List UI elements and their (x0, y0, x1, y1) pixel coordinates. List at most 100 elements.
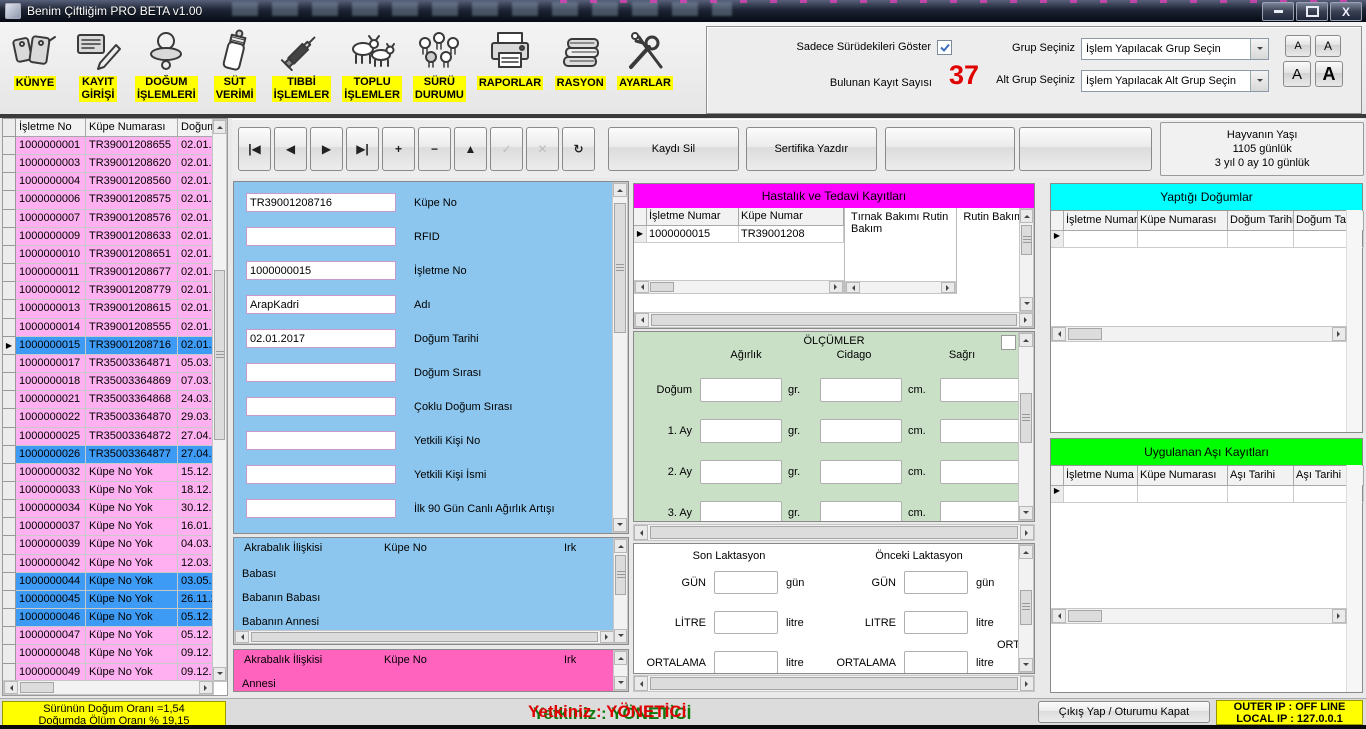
restore-button[interactable] (1296, 2, 1328, 21)
form-field-input[interactable] (246, 329, 396, 348)
scroll-down-button[interactable] (213, 667, 226, 681)
panel-scroll-track[interactable] (1346, 210, 1362, 432)
form-field-input[interactable] (246, 261, 396, 280)
font-size-button-1[interactable]: A (1285, 35, 1311, 57)
scroll-down-button[interactable] (1019, 658, 1033, 672)
health-vertical-scrollbar[interactable] (1019, 208, 1034, 312)
scrollbar-thumb[interactable] (1020, 393, 1032, 443)
table-row[interactable]: 1000000025 TR35003364872 27.04.20 (3, 428, 227, 446)
table-row[interactable]: 1000000042 Küpe No Yok 12.03.20 (3, 555, 227, 573)
lactation-horizontal-scrollbar[interactable] (633, 675, 1035, 692)
lactation-value-input[interactable] (714, 571, 778, 594)
sagri-input[interactable] (940, 501, 1022, 522)
scroll-right-button[interactable] (941, 282, 955, 293)
form-field-input[interactable] (246, 363, 396, 382)
row-selector-cell[interactable] (3, 300, 16, 318)
lactation-value-input[interactable] (714, 611, 778, 634)
row-selector-cell[interactable] (3, 137, 16, 155)
cidago-input[interactable] (820, 419, 902, 443)
table-row[interactable]: ▶ 1000000015 TR39001208716 02.01.20 (3, 337, 227, 355)
table-row[interactable]: 1000000011 TR39001208677 02.01.20 (3, 264, 227, 282)
memo-scrollbar[interactable] (845, 281, 956, 294)
table-row[interactable]: 1000000046 Küpe No Yok 05.12.20 (3, 609, 227, 627)
record-nav-button[interactable]: + (382, 127, 415, 171)
table-row[interactable]: 1000000014 TR39001208555 02.01.20 (3, 319, 227, 337)
scrollbar-thumb[interactable] (650, 526, 1018, 539)
font-size-button-4[interactable]: A (1315, 61, 1343, 87)
row-selector-cell[interactable] (3, 282, 16, 300)
empty-action-button-1[interactable] (885, 127, 1016, 171)
print-certificate-button[interactable]: Sertifika Yazdır (746, 127, 877, 171)
scroll-right-button[interactable] (1019, 313, 1033, 327)
scroll-up-button[interactable] (1020, 209, 1033, 223)
toolbar-button-toplu-islemler[interactable]: TOPLU İŞLEMLER (339, 26, 405, 102)
column-header[interactable]: İşletme Numa (1064, 466, 1138, 486)
scroll-right-button[interactable] (1332, 609, 1346, 623)
logout-button[interactable]: Çıkış Yap / Oturumu Kapat (1038, 701, 1210, 723)
table-row[interactable]: 1000000034 Küpe No Yok 30.12.20 (3, 500, 227, 518)
record-nav-button[interactable]: ✓ (490, 127, 523, 171)
empty-grid-row[interactable]: ▶ (1051, 486, 1362, 503)
toolbar-button-suru-durumu[interactable]: SÜRÜ DURUMU (410, 26, 469, 102)
row-selector-cell[interactable] (3, 500, 16, 518)
table-row[interactable]: 1000000003 TR39001208620 02.01.20 (3, 155, 227, 173)
maternal-vertical-scrollbar[interactable] (613, 650, 628, 691)
paternal-horizontal-scrollbar[interactable] (234, 630, 615, 644)
measurements-option-box[interactable] (1001, 335, 1016, 350)
row-selector-cell[interactable] (3, 482, 16, 500)
table-row[interactable]: 1000000037 Küpe No Yok 16.01.20 (3, 518, 227, 536)
record-nav-button[interactable]: ▲ (454, 127, 487, 171)
panel-scroll-track[interactable] (1346, 465, 1362, 692)
table-vertical-scrollbar[interactable] (212, 119, 227, 682)
weight-input[interactable] (700, 419, 782, 443)
row-selector-cell[interactable] (3, 446, 16, 464)
scrollbar-thumb[interactable] (1020, 590, 1032, 625)
scroll-up-button[interactable] (1019, 545, 1033, 559)
row-selector-cell[interactable] (3, 645, 16, 663)
row-selector-cell[interactable] (3, 409, 16, 427)
column-header[interactable]: İşletme Numara (1064, 211, 1138, 231)
table-row[interactable]: 1000000044 Küpe No Yok 03.05.20 (3, 573, 227, 591)
scrollbar-thumb[interactable] (651, 314, 1017, 326)
scroll-left-button[interactable] (235, 631, 249, 643)
weight-input[interactable] (700, 501, 782, 522)
scroll-down-button[interactable] (614, 676, 627, 690)
table-row[interactable]: 1000000010 TR39001208651 02.01.20 (3, 246, 227, 264)
column-header-kupe-numarasi[interactable]: Küpe Numarası (86, 119, 178, 137)
table-horizontal-scrollbar[interactable] (3, 680, 214, 695)
record-nav-button[interactable]: ◀ (274, 127, 307, 171)
scroll-left-button[interactable] (4, 681, 18, 694)
toolbar-button-tibbi-islemler[interactable]: TIBBİ İŞLEMLER (269, 26, 335, 102)
scrollbar-thumb[interactable] (251, 632, 598, 642)
table-row[interactable]: 1000000012 TR39001208779 02.01.20 (3, 282, 227, 300)
form-field-input[interactable] (246, 431, 396, 450)
scroll-up-button[interactable] (613, 183, 627, 197)
row-selector-cell[interactable] (3, 591, 16, 609)
table-row[interactable]: 1000000026 TR35003364877 27.04.20 (3, 446, 227, 464)
row-selector-cell[interactable] (3, 555, 16, 573)
form-field-input[interactable] (246, 499, 396, 518)
record-nav-button[interactable]: − (418, 127, 451, 171)
row-selector-cell[interactable] (3, 518, 16, 536)
record-nav-button[interactable]: ▶ (310, 127, 343, 171)
form-vertical-scrollbar[interactable] (612, 182, 628, 533)
weight-input[interactable] (700, 378, 782, 402)
table-row[interactable]: 1000000022 TR35003364870 29.03.20 (3, 409, 227, 427)
scrollbar-thumb[interactable] (214, 270, 225, 440)
table-row[interactable]: 1000000048 Küpe No Yok 09.12.20 (3, 645, 227, 663)
measurements-vertical-scrollbar[interactable] (1018, 332, 1034, 521)
health-grid-scrollbar[interactable] (634, 280, 844, 294)
font-size-button-3[interactable]: A (1283, 61, 1311, 87)
table-row[interactable]: 1000000004 TR39001208560 02.01.20 (3, 173, 227, 191)
lactation-value-input[interactable] (904, 611, 968, 634)
sagri-input[interactable] (940, 378, 1022, 402)
row-selector-cell[interactable] (3, 355, 16, 373)
form-field-input[interactable] (246, 397, 396, 416)
scroll-down-button[interactable] (1019, 506, 1033, 520)
toolbar-button-rasyon[interactable]: RASYON (551, 26, 609, 90)
scroll-up-button[interactable] (213, 120, 226, 134)
table-row[interactable]: 1000000009 TR39001208633 02.01.20 (3, 228, 227, 246)
scrollbar-thumb[interactable] (1021, 225, 1032, 255)
scroll-left-button[interactable] (1052, 327, 1066, 341)
weight-input[interactable] (700, 460, 782, 484)
